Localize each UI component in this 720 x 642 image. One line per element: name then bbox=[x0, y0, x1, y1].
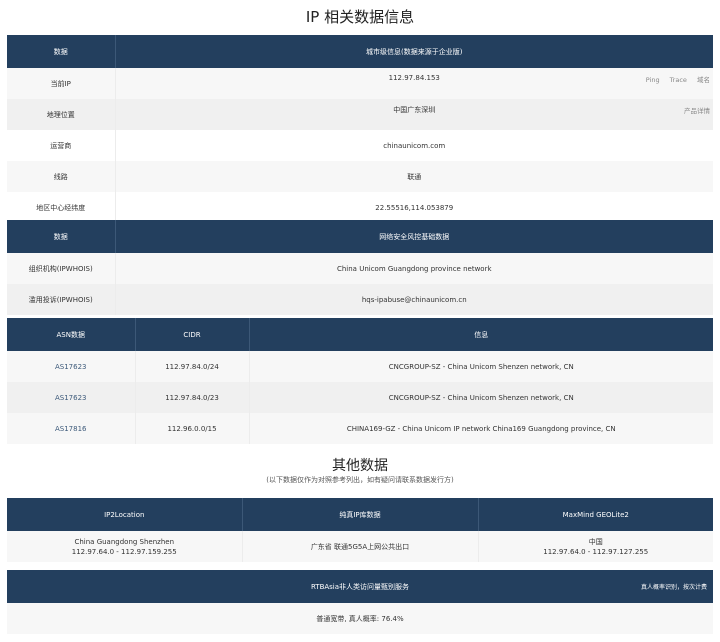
header-cell: 信息 bbox=[248, 318, 713, 351]
header-cell: IP2Location bbox=[7, 498, 242, 531]
table-header: IP2Location 纯真IP库数据 MaxMind GEOLite2 bbox=[7, 498, 713, 531]
ip2location-cell: China Guangdong Shenzhen 112.97.64.0 - 1… bbox=[7, 531, 242, 562]
header-cell: 网络安全风控基础数据 bbox=[114, 220, 713, 253]
table-row: 地区中心经纬度 22.55516,114.053879 bbox=[7, 192, 713, 223]
cidr-value: 112.97.84.0/23 bbox=[134, 382, 249, 413]
header-cell: 数据 bbox=[7, 220, 115, 253]
maxmind-cell: 中国 112.97.64.0 - 112.97.127.255 bbox=[477, 531, 713, 562]
table-header: 数据 网络安全风控基础数据 bbox=[7, 220, 713, 253]
table-row: China Guangdong Shenzhen 112.97.64.0 - 1… bbox=[7, 531, 713, 562]
ip2location-range: 112.97.64.0 - 112.97.159.255 bbox=[71, 547, 177, 556]
header-cell: 数据 bbox=[7, 35, 115, 68]
row-value: China Unicom Guangdong province network bbox=[114, 253, 713, 284]
row-value: 22.55516,114.053879 bbox=[114, 192, 713, 223]
product-detail-link[interactable]: 产品详情 bbox=[684, 105, 710, 115]
other-data-table: IP2Location 纯真IP库数据 MaxMind GEOLite2 Chi… bbox=[7, 498, 713, 562]
table-row: 滥用投诉(IPWHOIS) hqs-ipabuse@chinaunicom.cn bbox=[7, 284, 713, 315]
table-row: 运营商 chinaunicom.com bbox=[7, 130, 713, 161]
security-data-table: 数据 网络安全风控基础数据 组织机构(IPWHOIS) China Unicom… bbox=[7, 220, 713, 315]
asn-link[interactable]: AS17816 bbox=[7, 413, 135, 444]
city-info-table: 数据 城市级信息(数据来源于企业版) 当前IP 112.97.84.153 Pi… bbox=[7, 35, 713, 223]
row-label: 地理位置 bbox=[7, 99, 115, 130]
row-value-cell: 112.97.84.153 Ping Trace 域名 bbox=[114, 68, 713, 99]
rtb-table: RTBAsia非人类访问量甄别服务 真人概率识别，按次计费 普通宽带, 真人概率… bbox=[7, 570, 713, 634]
row-value: 联通 bbox=[114, 161, 713, 192]
rtb-value: 普通宽带, 真人概率: 76.4% bbox=[7, 603, 713, 634]
table-row: 组织机构(IPWHOIS) China Unicom Guangdong pro… bbox=[7, 253, 713, 284]
table-header: 数据 城市级信息(数据来源于企业版) bbox=[7, 35, 713, 68]
rtb-header: RTBAsia非人类访问量甄别服务 bbox=[310, 582, 410, 591]
table-row: 普通宽带, 真人概率: 76.4% bbox=[7, 603, 713, 634]
table-row: 线路 联通 bbox=[7, 161, 713, 192]
ping-link[interactable]: Ping bbox=[646, 76, 660, 84]
asn-info: CNCGROUP-SZ - China Unicom Shenzen netwo… bbox=[248, 382, 713, 413]
location-value: 中国广东深圳 bbox=[393, 106, 436, 114]
row-value: hqs-ipabuse@chinaunicom.cn bbox=[114, 284, 713, 315]
header-cell: MaxMind GEOLite2 bbox=[477, 498, 713, 531]
maxmind-country: 中国 bbox=[588, 537, 603, 546]
row-label: 地区中心经纬度 bbox=[7, 192, 115, 223]
other-data-title: 其他数据 bbox=[332, 458, 388, 474]
row-label: 线路 bbox=[7, 161, 115, 192]
row-value: chinaunicom.com bbox=[114, 130, 713, 161]
row-value-cell: 中国广东深圳 产品详情 bbox=[114, 99, 713, 130]
cidr-value: 112.97.84.0/24 bbox=[134, 351, 249, 382]
ip2location-location: China Guangdong Shenzhen bbox=[74, 537, 175, 546]
table-row: AS17623 112.97.84.0/23 CNCGROUP-SZ - Chi… bbox=[7, 382, 713, 413]
table-header: ASN数据 CIDR 信息 bbox=[7, 318, 713, 351]
rtb-header-cell: RTBAsia非人类访问量甄别服务 真人概率识别，按次计费 bbox=[7, 570, 713, 603]
header-cell: CIDR bbox=[134, 318, 249, 351]
maxmind-range: 112.97.64.0 - 112.97.127.255 bbox=[543, 547, 649, 556]
header-cell: 城市级信息(数据来源于企业版) bbox=[114, 35, 713, 68]
current-ip-value: 112.97.84.153 bbox=[388, 74, 440, 82]
row-label: 运营商 bbox=[7, 130, 115, 161]
page-title: IP 相关数据信息 bbox=[305, 8, 415, 26]
trace-link[interactable]: Trace bbox=[670, 76, 687, 84]
row-label: 当前IP bbox=[7, 68, 115, 99]
table-row: 当前IP 112.97.84.153 Ping Trace 域名 bbox=[7, 68, 713, 99]
rtb-header-note: 真人概率识别，按次计费 bbox=[640, 584, 707, 591]
row-label: 滥用投诉(IPWHOIS) bbox=[7, 284, 115, 315]
row-label: 组织机构(IPWHOIS) bbox=[7, 253, 115, 284]
table-header: RTBAsia非人类访问量甄别服务 真人概率识别，按次计费 bbox=[7, 570, 713, 603]
table-row: AS17816 112.96.0.0/15 CHINA169-GZ - Chin… bbox=[7, 413, 713, 444]
chunzhen-value: 广东省 联通5G5A上网公共出口 bbox=[241, 531, 478, 562]
asn-info: CNCGROUP-SZ - China Unicom Shenzen netwo… bbox=[248, 351, 713, 382]
asn-link[interactable]: AS17623 bbox=[7, 351, 135, 382]
domain-link[interactable]: 域名 bbox=[697, 76, 710, 84]
asn-info: CHINA169-GZ - China Unicom IP network Ch… bbox=[248, 413, 713, 444]
header-cell: ASN数据 bbox=[7, 318, 135, 351]
asn-table: ASN数据 CIDR 信息 AS17623 112.97.84.0/24 CNC… bbox=[7, 318, 713, 444]
table-row: 地理位置 中国广东深圳 产品详情 bbox=[7, 99, 713, 130]
other-data-note: (以下数据仅作为对照参考列出，如有疑问请联系数据发行方) bbox=[266, 476, 454, 484]
cidr-value: 112.96.0.0/15 bbox=[134, 413, 249, 444]
asn-link[interactable]: AS17623 bbox=[7, 382, 135, 413]
ip-tools: Ping Trace 域名 bbox=[638, 74, 710, 84]
header-cell: 纯真IP库数据 bbox=[241, 498, 478, 531]
table-row: AS17623 112.97.84.0/24 CNCGROUP-SZ - Chi… bbox=[7, 351, 713, 382]
